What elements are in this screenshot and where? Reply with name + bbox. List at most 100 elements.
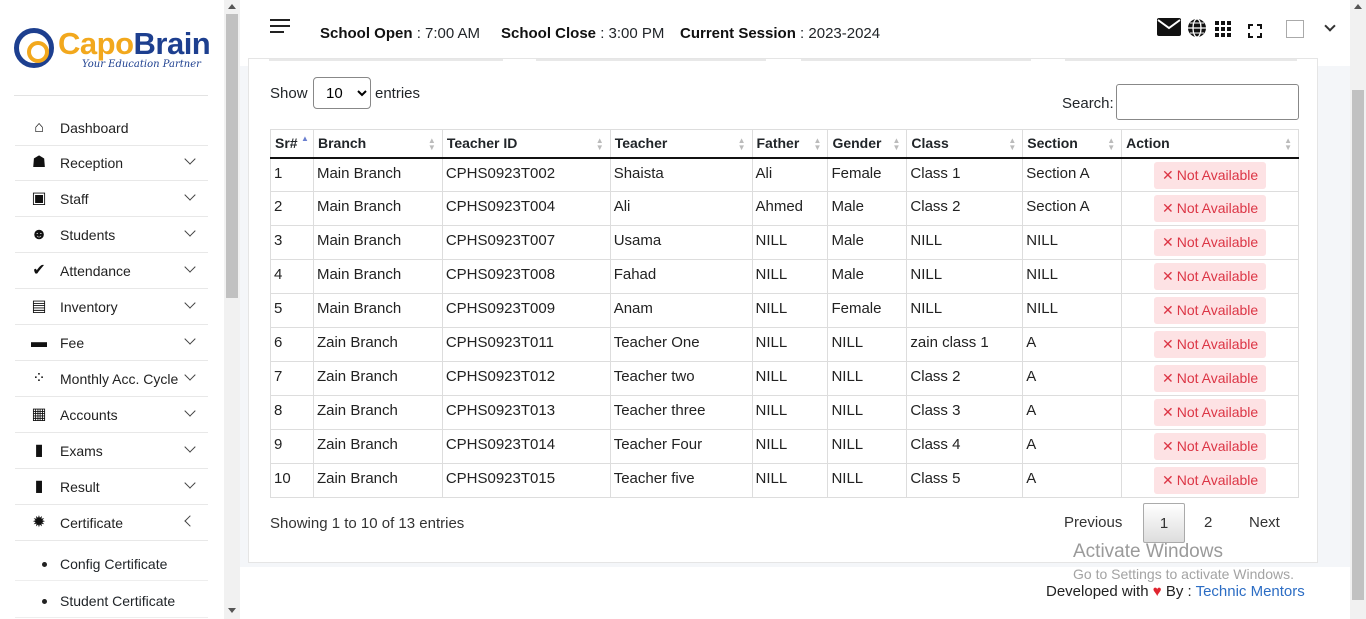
not-available-button[interactable]: ✕ Not Available xyxy=(1153,263,1267,290)
table-cell: CPHS0923T009 xyxy=(441,293,611,328)
column-header-gender[interactable]: Gender ▲ ▼ xyxy=(827,129,907,159)
action-cell: ✕ Not Available xyxy=(1121,157,1299,192)
school-open-info: School Open : 7:00 AM xyxy=(320,25,481,42)
pagination-previous[interactable]: Previous xyxy=(1064,503,1122,543)
sidebar-item-monthly-acc-cycle[interactable]: ⁘ Monthly Acc. Cycle xyxy=(15,361,208,397)
envelope-icon[interactable] xyxy=(1157,18,1181,41)
sidebar-scroll-thumb[interactable] xyxy=(226,14,238,298)
pagination-next[interactable]: Next xyxy=(1249,503,1280,543)
close-x-icon: ✕ xyxy=(1161,166,1174,183)
table-cell: Usama xyxy=(609,225,752,260)
close-x-icon: ✕ xyxy=(1161,234,1174,250)
column-header-teacher-id[interactable]: Teacher ID ▲ ▼ xyxy=(441,129,611,159)
sidebar-item-inventory[interactable]: ▤ Inventory xyxy=(15,289,208,325)
pagination-page-2[interactable]: 2 xyxy=(1204,503,1212,543)
action-cell: ✕ Not Available xyxy=(1121,259,1299,294)
capobrain-logo[interactable]: CapoBrain Your Education Partner xyxy=(14,26,214,84)
column-header-branch[interactable]: Branch ▲ ▼ xyxy=(312,129,443,159)
technic-mentors-link[interactable]: Technic Mentors xyxy=(1196,583,1305,600)
search-input[interactable] xyxy=(1116,84,1299,120)
pagination-page-1[interactable]: 1 xyxy=(1143,503,1185,543)
table-cell: CPHS0923T004 xyxy=(441,191,611,226)
sidebar-item-fee[interactable]: ▬ Fee xyxy=(15,325,208,361)
table-row: 1 Main Branch CPHS0923T002 Shaista Ali Female… xyxy=(270,157,1299,192)
page-scroll-thumb[interactable] xyxy=(1352,90,1364,600)
sidebar-item-certificate[interactable]: ✹ Certificate xyxy=(15,505,208,541)
teachers-table-card: Show 10 entries Search: Sr# ▲ Branch ▲ ▼ Teac… xyxy=(248,58,1318,563)
action-cell: ✕ Not Available xyxy=(1121,293,1299,328)
school-close-info: School Close : 3:00 PM xyxy=(501,25,665,42)
column-header-teacher[interactable]: Teacher ▲ ▼ xyxy=(609,129,752,159)
table-row: 4 Main Branch CPHS0923T008 Fahad NILL Male NIL… xyxy=(270,259,1299,294)
sidebar-item-dashboard[interactable]: ⌂ Dashboard xyxy=(15,110,208,146)
menu-toggle-icon[interactable] xyxy=(270,19,290,35)
table-cell: Anam xyxy=(609,293,752,328)
table-cell: Section A xyxy=(1022,157,1122,192)
table-cell: A xyxy=(1022,327,1122,362)
check-icon: ✔ xyxy=(32,262,46,279)
table-cell: A xyxy=(1022,361,1122,396)
sidebar-item-staff[interactable]: ▣ Staff xyxy=(15,181,208,217)
column-header-section[interactable]: Section ▲ ▼ xyxy=(1022,129,1122,159)
sort-arrows-icon: ▲ ▼ xyxy=(595,136,604,152)
sidebar-item-attendance[interactable]: ✔ Attendance xyxy=(15,253,208,289)
chevron-down-icon[interactable] xyxy=(1324,20,1336,32)
logo-tagline: Your Education Partner xyxy=(82,59,201,70)
sidebar-item-label: Dashboard xyxy=(60,120,129,136)
sidebar-item-accounts[interactable]: ▦ Accounts xyxy=(15,397,208,433)
search-label: Search: xyxy=(1062,95,1114,112)
table-cell: CPHS0923T015 xyxy=(441,463,611,498)
column-header-father[interactable]: Father ▲ ▼ xyxy=(751,129,828,159)
table-cell: NILL xyxy=(906,225,1023,260)
chevron-down-icon xyxy=(184,297,196,309)
sidebar-item-students[interactable]: ☻ Students xyxy=(15,217,208,253)
table-row: 2 Main Branch CPHS0923T004 Ali Ahmed Male Clas… xyxy=(270,191,1299,226)
table-cell: Main Branch xyxy=(312,293,443,328)
column-header-action[interactable]: Action ▲ ▼ xyxy=(1121,129,1299,159)
not-available-button[interactable]: ✕ Not Available xyxy=(1153,297,1267,324)
table-cell: 6 xyxy=(270,327,314,362)
sort-arrows-icon: ▲ ▼ xyxy=(1284,136,1292,152)
sidebar-item-result[interactable]: ▮ Result xyxy=(15,469,208,505)
column-header-class[interactable]: Class ▲ ▼ xyxy=(906,129,1023,159)
sidebar-item-exams[interactable]: ▮ Exams xyxy=(15,433,208,469)
action-cell: ✕ Not Available xyxy=(1121,463,1299,498)
page-size-select[interactable]: 10 xyxy=(313,77,371,109)
filter-field-edge xyxy=(1065,59,1297,61)
sidebar-subitem-student-certificate[interactable]: Student Certificate xyxy=(15,584,208,618)
sidebar-scrollbar[interactable] xyxy=(224,0,240,619)
action-cell: ✕ Not Available xyxy=(1121,361,1299,396)
column-header-sr[interactable]: Sr# ▲ xyxy=(270,129,314,159)
not-available-button[interactable]: ✕ Not Available xyxy=(1153,195,1267,222)
table-cell: Zain Branch xyxy=(312,429,443,464)
fullscreen-icon[interactable] xyxy=(1248,22,1262,43)
table-row: 3 Main Branch CPHS0923T007 Usama NILL Male NIL… xyxy=(270,225,1299,260)
scroll-up-arrow-icon[interactable] xyxy=(228,4,236,9)
activate-windows-subtitle: Go to Settings to activate Windows. xyxy=(1073,566,1294,582)
table-cell: NILL xyxy=(1022,259,1122,294)
table-cell: NILL xyxy=(827,361,907,396)
page-scrollbar[interactable] xyxy=(1350,0,1366,619)
teachers-table: Sr# ▲ Branch ▲ ▼ Teacher ID ▲ ▼ Teacher ▲ ▼ Father ▲… xyxy=(270,129,1299,498)
table-cell: NILL xyxy=(751,361,828,396)
table-cell: CPHS0923T012 xyxy=(441,361,611,396)
sidebar-item-reception[interactable]: ☗ Reception xyxy=(15,145,208,181)
table-cell: NILL xyxy=(1022,225,1122,260)
user-avatar[interactable] xyxy=(1286,20,1304,38)
not-available-button[interactable]: ✕ Not Available xyxy=(1153,433,1267,460)
not-available-button[interactable]: ✕ Not Available xyxy=(1153,161,1267,189)
not-available-button[interactable]: ✕ Not Available xyxy=(1153,365,1267,392)
not-available-button[interactable]: ✕ Not Available xyxy=(1153,331,1267,358)
not-available-button[interactable]: ✕ Not Available xyxy=(1153,229,1267,256)
scroll-up-arrow-icon[interactable] xyxy=(1354,4,1362,9)
scroll-down-arrow-icon[interactable] xyxy=(228,608,236,613)
grid-icon[interactable] xyxy=(1215,21,1231,42)
sidebar-subitem-config-certificate[interactable]: Config Certificate xyxy=(15,547,208,581)
not-available-button[interactable]: ✕ Not Available xyxy=(1153,399,1267,426)
globe-icon[interactable] xyxy=(1187,18,1207,43)
table-cell: Female xyxy=(827,293,907,328)
table-cell: Class 1 xyxy=(906,157,1023,192)
not-available-button[interactable]: ✕ Not Available xyxy=(1153,467,1267,494)
clipboard-icon: ▮ xyxy=(34,442,44,459)
table-cell: NILL xyxy=(751,293,828,328)
